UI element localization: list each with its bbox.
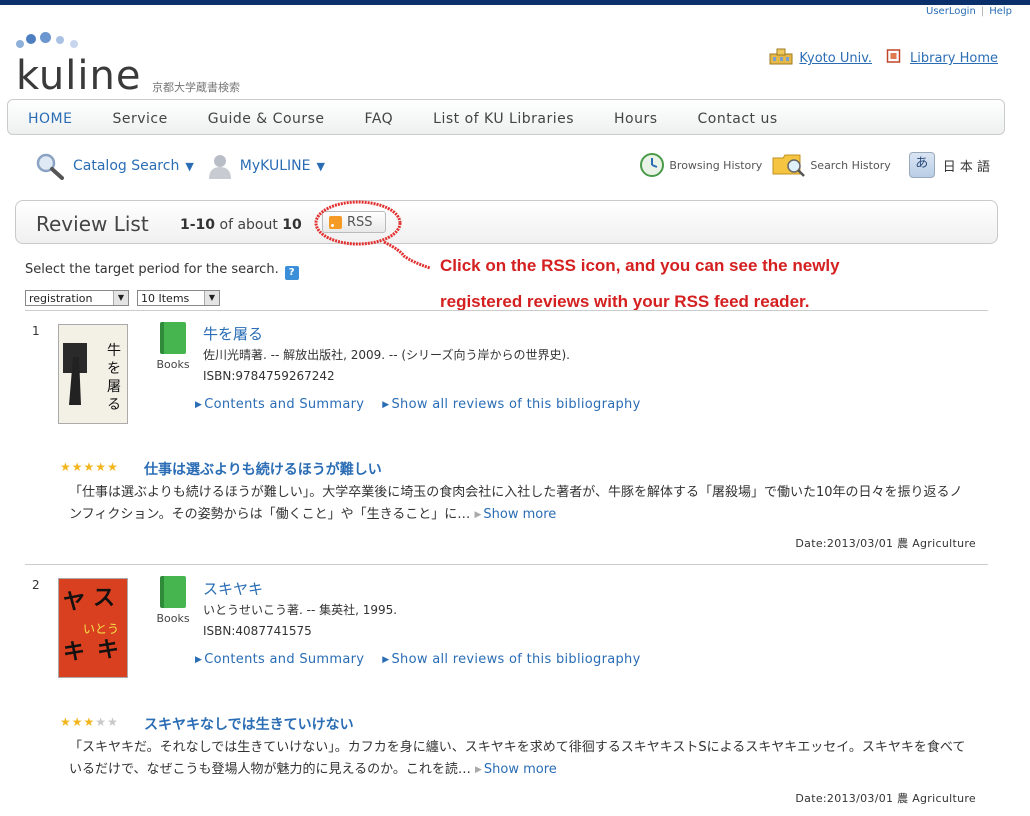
language-switch[interactable]: あ 日 本 語 [908,152,990,178]
mykuline-menu[interactable]: MyKULINE ▼ [208,153,325,179]
book-icon [160,576,186,608]
record-number: 2 [32,578,40,592]
browsing-history-link[interactable]: Browsing History [639,152,762,178]
period-select[interactable]: registration ▼ [25,290,129,306]
logo-subtitle: 京都大学蔵書検索 [152,81,240,94]
search-tools: Catalog Search ▼ MyKULINE ▼ [35,152,339,180]
star-icon: ★ [71,715,83,729]
magnifier-icon [36,153,64,180]
svg-text:ヤ: ヤ [63,590,85,615]
result-count: 1-10 of about 10 [180,217,302,233]
review-body: 「スキヤキだ。それなしでは生きていけない」。カフカを身に纏い、スキヤキを求めて徘… [69,737,969,781]
all-reviews-link[interactable]: Show all reviews of this bibliography [382,397,641,412]
contents-summary-link[interactable]: Contents and Summary [195,397,364,412]
svg-text:いとう: いとう [83,622,119,636]
review-list-header: Review List 1-10 of about 10 RSS [15,200,998,244]
book-meta: いとうせいこう著. -- 集英社, 1995. ISBN:4087741575 [203,603,398,638]
help-icon[interactable]: ? [284,266,299,280]
university-building-icon [769,48,793,65]
book-title-link[interactable]: 牛を屠る [203,323,263,344]
clock-history-icon [640,153,665,177]
review-date: Date:2013/03/01 農 Agriculture [795,537,976,550]
items-per-page-select[interactable]: 10 Items ▼ [137,290,220,306]
svg-text:牛: 牛 [107,343,121,359]
page-title: Review List [36,212,149,236]
divider [25,564,988,565]
divider [25,310,988,311]
main-nav: HOME Service Guide & Course FAQ List of … [7,99,1005,135]
show-more-link[interactable]: Show more [474,507,556,522]
rating-stars: ★ ★ ★ ★ ★ [60,716,118,728]
star-icon: ★ [83,715,95,729]
catalog-search-label: Catalog Search [73,158,180,174]
svg-text:る: る [107,397,121,413]
kuline-logo[interactable]: kuline 京都大学蔵書検索 [16,30,256,100]
nav-contact[interactable]: Contact us [698,111,778,127]
chevron-down-icon: ▼ [204,291,219,305]
institution-links: Kyoto Univ. Library Home [769,47,998,66]
nav-guide-course[interactable]: Guide & Course [208,111,325,127]
kyoto-univ-link[interactable]: Kyoto Univ. [799,51,872,66]
review-title-link[interactable]: スキヤキなしでは生きていけない [144,714,354,734]
star-icon: ★ [95,715,107,729]
folder-search-icon [772,154,806,177]
library-home-link[interactable]: Library Home [910,51,998,66]
book-meta: 佐川光晴著. -- 解放出版社, 2009. -- (シリーズ向う岸からの世界史… [203,348,570,383]
nav-service[interactable]: Service [112,111,167,127]
book-links: Contents and Summary Show all reviews of… [195,397,641,412]
history-tools: Browsing History Search History あ 日 本 語 [629,152,990,178]
chevron-down-icon: ▼ [113,291,128,305]
language-icon: あ [908,152,935,178]
review-date: Date:2013/03/01 農 Agriculture [795,792,976,805]
library-icon [886,49,901,63]
star-icon: ★ [95,460,107,474]
rss-callout-annotation [314,200,431,270]
chevron-down-icon: ▼ [316,159,325,173]
book-title-link[interactable]: スキヤキ [203,578,263,599]
star-icon: ★ [107,460,118,474]
user-icon [208,155,231,179]
svg-text:キ: キ [97,638,119,663]
record-number: 1 [32,324,40,338]
search-history-link[interactable]: Search History [772,152,891,178]
all-reviews-link[interactable]: Show all reviews of this bibliography [382,652,641,667]
nav-home[interactable]: HOME [28,111,72,127]
chevron-down-icon: ▼ [185,159,194,173]
contents-summary-link[interactable]: Contents and Summary [195,652,364,667]
star-icon: ★ [71,460,83,474]
book-links: Contents and Summary Show all reviews of… [195,652,641,667]
nav-hours[interactable]: Hours [614,111,658,127]
help-link[interactable]: Help [989,6,1012,17]
utility-links: UserLogin | Help [926,6,1012,17]
svg-text:キ: キ [63,640,85,665]
logo-wordmark: kuline [16,53,142,99]
star-icon: ★ [83,460,95,474]
user-login-link[interactable]: UserLogin [926,6,976,17]
book-cover[interactable]: 牛 を 屠 る [58,324,128,424]
star-icon: ★ [60,715,71,729]
star-icon: ★ [60,460,71,474]
catalog-search-menu[interactable]: Catalog Search ▼ [35,152,194,180]
review-body: 「仕事は選ぶよりも続けるほうが難しい」。大学卒業後に埼玉の食肉会社に入社した著者… [69,482,969,526]
material-type: Books [153,576,193,625]
nav-faq[interactable]: FAQ [365,111,394,127]
book-cover[interactable]: ヤ ス キ キ いとう [58,578,128,678]
star-icon: ★ [107,715,118,729]
svg-text:を: を [107,361,121,377]
book-icon [160,322,186,354]
rating-stars: ★ ★ ★ ★ ★ [60,461,118,473]
material-type: Books [153,322,193,371]
svg-text:屠: 屠 [107,379,121,395]
mykuline-label: MyKULINE [239,158,311,174]
svg-text:ス: ス [93,586,115,611]
period-label: Select the target period for the search.… [25,262,299,280]
top-border [0,0,1030,5]
review-title-link[interactable]: 仕事は選ぶよりも続けるほうが難しい [144,459,382,479]
show-more-link[interactable]: Show more [475,762,557,777]
nav-ku-libraries[interactable]: List of KU Libraries [433,111,574,127]
